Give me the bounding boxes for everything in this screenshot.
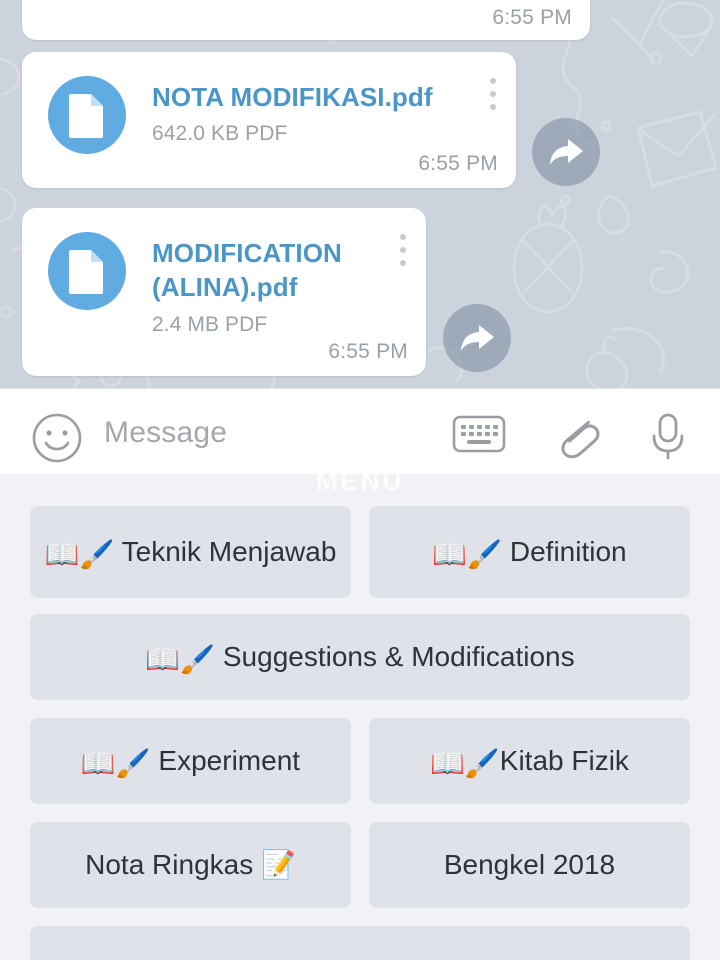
forward-arrow-icon: [461, 325, 494, 351]
message-input-field[interactable]: Message: [104, 412, 424, 454]
keyboard-button-label: Nota Ringkas 📝: [85, 849, 296, 880]
keyboard-row: 📖🖌️ Suggestions & Modifications: [30, 614, 690, 700]
keyboard-button-partial[interactable]: [30, 926, 690, 960]
forward-arrow-icon: [550, 139, 583, 165]
paperclip-icon[interactable]: [552, 411, 602, 466]
document-file-name[interactable]: MODIFICATION (ALINA).pdf: [152, 236, 342, 304]
keyboard-row: [30, 926, 690, 960]
keyboard-button-bengkel-2018[interactable]: Bengkel 2018: [369, 822, 690, 908]
kebab-menu-icon[interactable]: [400, 234, 406, 273]
keyboard-row: 📖🖌️ Teknik Menjawab 📖🖌️ Definition: [30, 506, 690, 598]
keyboard-button-nota-ringkas[interactable]: Nota Ringkas 📝: [30, 822, 351, 908]
chat-message-list[interactable]: 6:55 PM NOTA MODIFIKASI.pdf 642.0 KB PDF…: [0, 0, 720, 388]
message-timestamp: 6:55 PM: [418, 152, 498, 175]
book-brush-icon: 📖🖌️: [80, 748, 151, 779]
document-glyph: [69, 94, 103, 138]
forward-message-button[interactable]: [532, 118, 600, 186]
telegram-chat-screen: 6:55 PM NOTA MODIFIKASI.pdf 642.0 KB PDF…: [0, 0, 720, 960]
book-brush-icon: 📖🖌️: [432, 539, 503, 570]
document-file-name[interactable]: NOTA MODIFIKASI.pdf: [152, 80, 433, 114]
keyboard-button-label: Teknik Menjawab: [114, 536, 337, 567]
document-glyph: [69, 250, 103, 294]
keyboard-button-label: Bengkel 2018: [443, 849, 616, 880]
message-timestamp: 6:55 PM: [328, 340, 408, 363]
document-file-meta: 642.0 KB PDF: [152, 122, 288, 145]
microphone-icon[interactable]: [646, 411, 690, 466]
book-brush-icon: 📖🖌️: [44, 539, 115, 570]
keyboard-button-label: Kitab Fizik: [499, 745, 629, 776]
keyboard-row: Nota Ringkas 📝 Bengkel 2018: [30, 822, 690, 908]
keyboard-row: 📖🖌️ Experiment 📖🖌️Kitab Fizik: [30, 718, 690, 804]
forward-message-button[interactable]: [443, 304, 511, 372]
keyboard-button-label: Experiment: [150, 745, 301, 776]
keyboard-button-label: Suggestions & Modifications: [215, 641, 575, 672]
message-bubble-document[interactable]: NOTA MODIFIKASI.pdf 642.0 KB PDF 6:55 PM: [22, 52, 516, 188]
keyboard-button-teknik-menjawab[interactable]: 📖🖌️ Teknik Menjawab: [30, 506, 351, 598]
keyboard-button-kitab-fizik[interactable]: 📖🖌️Kitab Fizik: [369, 718, 690, 804]
book-brush-icon: 📖🖌️: [145, 644, 216, 675]
keyboard-button-definition[interactable]: 📖🖌️ Definition: [369, 506, 690, 598]
keyboard-icon[interactable]: [452, 411, 506, 460]
kebab-menu-icon[interactable]: [490, 78, 496, 117]
document-icon[interactable]: [48, 76, 126, 154]
smiley-face-icon[interactable]: [31, 412, 83, 469]
keyboard-button-label: Definition: [502, 536, 627, 567]
keyboard-button-suggestions-modifications[interactable]: 📖🖌️ Suggestions & Modifications: [30, 614, 690, 700]
keyboard-button-experiment[interactable]: 📖🖌️ Experiment: [30, 718, 351, 804]
document-icon[interactable]: [48, 232, 126, 310]
message-bubble-document[interactable]: MODIFICATION (ALINA).pdf 2.4 MB PDF 6:55…: [22, 208, 426, 376]
message-bubble-partial[interactable]: 6:55 PM: [22, 0, 590, 40]
message-timestamp: 6:55 PM: [492, 6, 572, 29]
document-file-meta: 2.4 MB PDF: [152, 313, 268, 336]
book-brush-icon: 📖🖌️: [430, 748, 500, 779]
